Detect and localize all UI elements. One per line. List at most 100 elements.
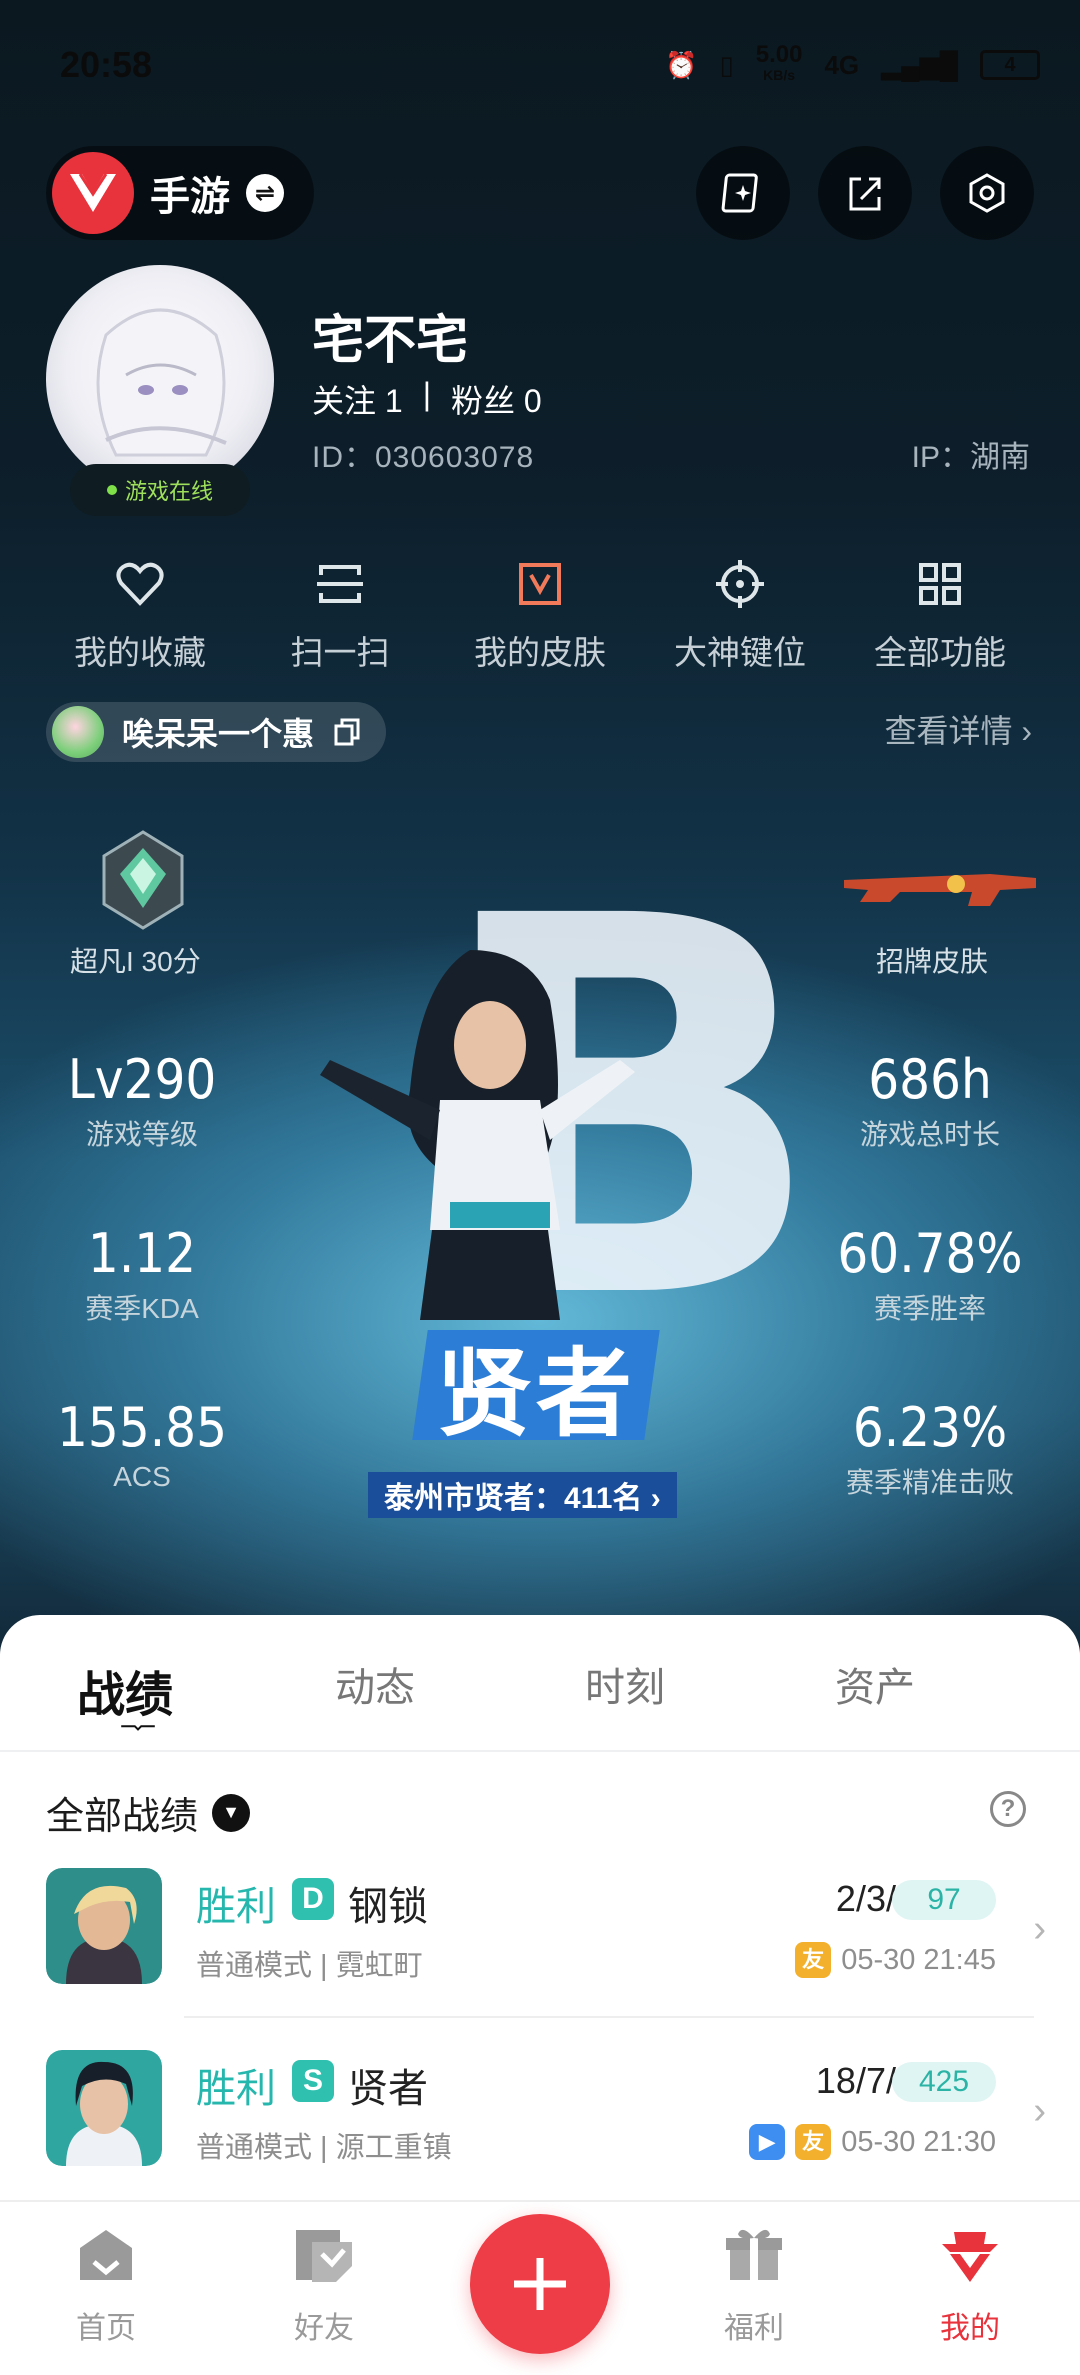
nav-rewards[interactable]: 福利 <box>674 2222 834 2347</box>
stat-acs: 155.85 ACS <box>57 1396 227 1492</box>
crosshair-icon <box>712 556 768 612</box>
top-bar: 手游 ⇌ <box>46 146 1034 240</box>
bottom-nav: 首页 好友 福利 我的 <box>0 2200 1080 2375</box>
tab-assets[interactable]: 资产 <box>750 1655 1000 1725</box>
signature-skin-icon <box>844 874 1036 906</box>
avatar[interactable] <box>46 265 274 493</box>
quick-action-skins[interactable]: 我的皮肤 <box>440 556 640 674</box>
status-icons: ⏰ ▯ 5.00 KB/s 4G ▂▄▆█ 4 <box>665 41 1040 85</box>
online-dot-icon <box>106 485 117 495</box>
follow-stats: 关注 1 | 粉丝 0 <box>312 376 542 422</box>
records-filter-label: 全部战绩 <box>46 1796 199 1838</box>
friend-tag: 友 <box>795 1942 832 1978</box>
agent-avatar-breach <box>46 1868 162 1984</box>
game-name: 手游 <box>150 175 230 219</box>
friend-tag: 友 <box>795 2124 832 2160</box>
agent-character-image <box>320 950 635 1320</box>
agent-role-badge: S <box>292 2060 334 2102</box>
tab-divider <box>0 1750 1080 1752</box>
stat-first-blood: 6.23% 赛季精准击败 <box>845 1396 1014 1498</box>
quick-action-scan[interactable]: 扫一扫 <box>240 556 440 674</box>
nav-home[interactable]: 首页 <box>26 2222 186 2347</box>
heart-icon <box>112 556 168 612</box>
alarm-icon: ⏰ <box>665 49 698 80</box>
fans-count[interactable]: 粉丝 0 <box>451 376 542 422</box>
video-icon: ▶ <box>749 2124 786 2160</box>
match-agent-name: 钢锁 <box>348 1885 428 1929</box>
scan-icon <box>312 556 368 612</box>
chevron-right-icon: › <box>1033 2090 1046 2132</box>
nav-profile[interactable]: 我的 <box>890 2222 1050 2347</box>
edit-card-icon <box>721 173 758 213</box>
match-mode-map: 普通模式 | 霓虹町 <box>196 1950 423 1982</box>
stat-kda: 1.12 赛季KDA <box>85 1222 199 1324</box>
profile-icon <box>942 2232 998 2282</box>
avatar-image <box>96 308 227 457</box>
grid-icon <box>912 556 968 612</box>
signature-skin-label: 招牌皮肤 <box>876 946 989 977</box>
top-actions <box>696 146 1034 240</box>
friends-icon <box>296 2230 352 2282</box>
share-button[interactable] <box>818 146 912 240</box>
tab-feed[interactable]: 动态 <box>250 1655 500 1725</box>
create-post-button[interactable] <box>470 2214 610 2354</box>
follow-separator: | <box>422 376 432 412</box>
profile-tabs: 战绩 动态 时刻 资产 <box>0 1655 1080 1725</box>
status-bar: 20:58 ⏰ ▯ 5.00 KB/s 4G ▂▄▆█ 4 <box>60 40 1040 90</box>
profile-hero: 20:58 ⏰ ▯ 5.00 KB/s 4G ▂▄▆█ 4 手游 ⇌ 游戏在线 … <box>0 0 1080 1660</box>
match-time: ▶ 友 05-30 21:30 <box>749 2124 996 2160</box>
edit-card-button[interactable] <box>696 146 790 240</box>
view-details-link[interactable]: 查看详情 › <box>884 706 1032 752</box>
stat-playtime: 686h 游戏总时长 <box>859 1048 1000 1150</box>
rank-title: 贤者 <box>436 1340 636 1448</box>
match-result: 胜利 <box>196 1885 276 1929</box>
game-account-avatar <box>52 706 104 758</box>
match-agent-name: 贤者 <box>348 2067 428 2111</box>
quick-actions: 我的收藏 扫一扫 我的皮肤 大神键位 全部功能 <box>40 556 1040 674</box>
game-logo-icon <box>52 152 134 234</box>
settings-icon <box>969 173 1005 213</box>
stat-winrate: 60.78% 赛季胜率 <box>837 1222 1023 1324</box>
share-icon <box>849 177 881 211</box>
match-result: 胜利 <box>196 2067 276 2111</box>
skin-icon <box>512 556 568 612</box>
tab-records[interactable]: 战绩 <box>0 1655 250 1725</box>
game-account-pill[interactable]: 唉呆呆一个惠 <box>46 702 387 762</box>
tab-moments[interactable]: 时刻 <box>500 1655 750 1725</box>
settings-button[interactable] <box>940 146 1034 240</box>
game-account-name: 唉呆呆一个惠 <box>122 716 315 752</box>
quick-action-favorites[interactable]: 我的收藏 <box>40 556 240 674</box>
match-time: 友 05-30 21:45 <box>795 1942 996 1978</box>
agent-avatar-sage <box>46 2050 162 2166</box>
copy-icon[interactable] <box>332 717 362 747</box>
match-mode-map: 普通模式 | 源工重镇 <box>196 2132 452 2164</box>
online-status-badge: 游戏在线 <box>70 464 250 516</box>
nav-friends[interactable]: 好友 <box>244 2222 404 2347</box>
follow-count[interactable]: 关注 1 <box>312 376 403 422</box>
chevron-down-icon: ▼ <box>212 1793 251 1832</box>
chevron-right-icon: › <box>1033 1908 1046 1950</box>
rank-label: 超凡I 30分 <box>70 946 201 977</box>
swap-icon: ⇌ <box>246 174 284 212</box>
active-tab-indicator <box>121 1725 155 1731</box>
game-switcher[interactable]: 手游 ⇌ <box>46 146 314 240</box>
plus-icon <box>514 2258 566 2310</box>
stat-level: Lv290 游戏等级 <box>67 1048 217 1150</box>
match-acs-badge: 97 <box>892 1880 996 1920</box>
battery-icon: 4 <box>980 50 1040 80</box>
match-row[interactable]: 胜利 S 贤者 普通模式 | 源工重镇 18/7/4 425 ▶ 友 05-30… <box>46 2050 1046 2170</box>
ip-location: IP：湖南 <box>911 441 1030 474</box>
help-icon[interactable]: ? <box>990 1791 1026 1827</box>
network-speed: 5.00 KB/s <box>755 41 803 84</box>
city-rank-link[interactable]: 泰州市贤者：411名 › <box>368 1472 677 1518</box>
quick-action-keybinds[interactable]: 大神键位 <box>640 556 840 674</box>
quick-action-all[interactable]: 全部功能 <box>840 556 1040 674</box>
status-time: 20:58 <box>60 44 153 85</box>
records-filter[interactable]: 全部战绩 ▼ <box>46 1785 251 1840</box>
network-type: 4G <box>824 49 860 80</box>
vibrate-icon: ▯ <box>719 49 734 80</box>
match-acs-badge: 425 <box>892 2062 996 2102</box>
signal-icon: ▂▄▆█ <box>881 49 958 80</box>
match-row[interactable]: 胜利 D 钢锁 普通模式 | 霓虹町 2/3/2 97 友 05-30 21:4… <box>46 1868 1046 1988</box>
gift-icon <box>726 2229 782 2280</box>
